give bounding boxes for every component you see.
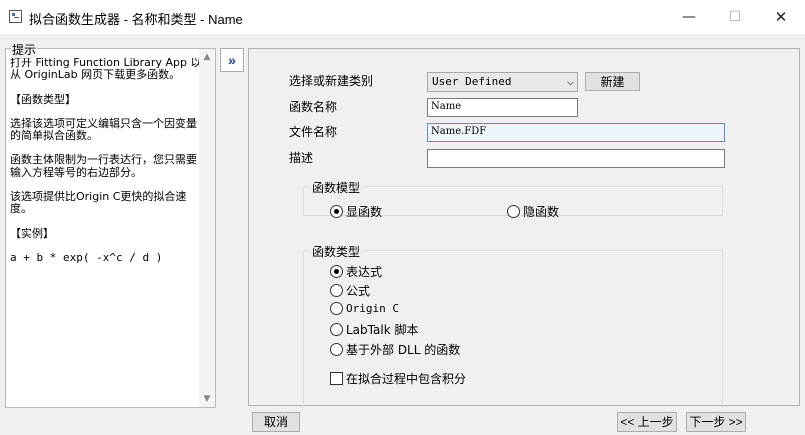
function-type-title: 函数类型 <box>310 243 363 260</box>
maximize-button[interactable]: ☐ <box>712 0 758 34</box>
chevron-down-icon[interactable]: ⌵ <box>567 74 574 88</box>
category-label: 选择或新建类别 <box>289 74 374 88</box>
radio-implicit-label: 隐函数 <box>523 205 560 219</box>
next-button[interactable]: 下一步 >> <box>686 412 746 432</box>
radio-unchecked-icon[interactable] <box>330 343 343 356</box>
minimize-button[interactable]: — <box>666 0 712 34</box>
radio-implicit[interactable]: 隐函数 <box>507 203 559 220</box>
category-value: User Defined <box>432 75 512 88</box>
previous-button[interactable]: << 上一步 <box>617 412 677 432</box>
description-input[interactable] <box>427 149 725 168</box>
hint-paragraph: 函数主体限制为一行表达行，您只需要输入方程等号的右边部分。 <box>10 153 197 179</box>
hint-panel[interactable]: 打开 Fitting Function Library App 以从 Origi… <box>5 48 216 408</box>
file-name-label: 文件名称 <box>289 125 338 139</box>
radio-formula[interactable]: 公式 <box>330 282 370 299</box>
hint-paragraph: 选择该选项可定义编辑只含一个因变量的简单拟合函数。 <box>10 116 197 143</box>
app-icon <box>9 10 22 23</box>
scroll-up-icon[interactable]: ▲ <box>199 49 215 65</box>
hint-paragraph: 该选项提供比Origin C更快的拟合速度。 <box>10 190 187 216</box>
category-select[interactable]: User Defined ⌵ <box>427 72 578 92</box>
cancel-button[interactable]: 取消 <box>252 412 300 432</box>
radio-unchecked-icon[interactable] <box>330 284 343 297</box>
hint-paragraph: 【实例】 <box>10 226 54 240</box>
radio-formula-label: 公式 <box>346 284 371 298</box>
function-model-group: 函数模型 显函数 隐函数 <box>303 179 723 219</box>
integral-checkbox[interactable]: 在拟合过程中包含积分 <box>330 370 466 387</box>
radio-labtalk[interactable]: LabTalk 脚本 <box>330 321 418 338</box>
radio-explicit-label: 显函数 <box>346 205 383 219</box>
radio-expression[interactable]: 表达式 <box>330 263 382 280</box>
radio-expression-label: 表达式 <box>346 265 383 279</box>
hint-scrollbar[interactable]: ▲ ▼ <box>199 49 215 407</box>
radio-checked-icon[interactable] <box>330 265 343 278</box>
radio-external-dll-label: 基于外部 DLL 的函数 <box>346 343 461 357</box>
file-name-input[interactable]: Name.FDF <box>427 123 725 142</box>
hint-example: a + b * exp( -x^c / d ) <box>10 250 163 264</box>
scroll-down-icon[interactable]: ▼ <box>199 391 215 407</box>
function-type-group: 函数类型 表达式 公式 Origin C LabTalk 脚本 基于外部 DLL… <box>303 243 723 408</box>
hint-text: 打开 Fitting Function Library App 以从 Origi… <box>10 56 202 276</box>
function-name-input[interactable]: Name <box>427 98 578 117</box>
radio-unchecked-icon[interactable] <box>330 323 343 336</box>
radio-origin-c[interactable]: Origin C <box>330 302 399 315</box>
radio-unchecked-icon[interactable] <box>507 205 520 218</box>
function-name-label: 函数名称 <box>289 100 338 114</box>
checkbox-unchecked-icon[interactable] <box>330 372 343 385</box>
hint-paragraph: 打开 Fitting Function Library App 以从 Origi… <box>10 56 202 82</box>
hint-paragraph: 【函数类型】 <box>10 92 76 106</box>
radio-unchecked-icon[interactable] <box>330 302 343 315</box>
toggle-hint-button[interactable]: » <box>220 48 244 72</box>
title-bar: 拟合函数生成器 - 名称和类型 - Name — ☐ ✕ <box>0 0 805 34</box>
function-model-title: 函数模型 <box>310 179 363 196</box>
integral-checkbox-label: 在拟合过程中包含积分 <box>346 372 467 386</box>
radio-external-dll[interactable]: 基于外部 DLL 的函数 <box>330 341 460 358</box>
radio-explicit[interactable]: 显函数 <box>330 203 382 220</box>
radio-checked-icon[interactable] <box>330 205 343 218</box>
window-title: 拟合函数生成器 - 名称和类型 - Name <box>29 12 243 27</box>
radio-labtalk-label: LabTalk 脚本 <box>346 323 419 337</box>
close-button[interactable]: ✕ <box>758 0 804 34</box>
description-label: 描述 <box>289 151 314 165</box>
new-category-button[interactable]: 新建 <box>585 72 640 91</box>
main-form-panel: 选择或新建类别 User Defined ⌵ 新建 函数名称 Name 文件名称… <box>248 48 800 408</box>
radio-origin-c-label: Origin C <box>346 302 399 315</box>
hint-label: 提示 <box>11 41 38 58</box>
